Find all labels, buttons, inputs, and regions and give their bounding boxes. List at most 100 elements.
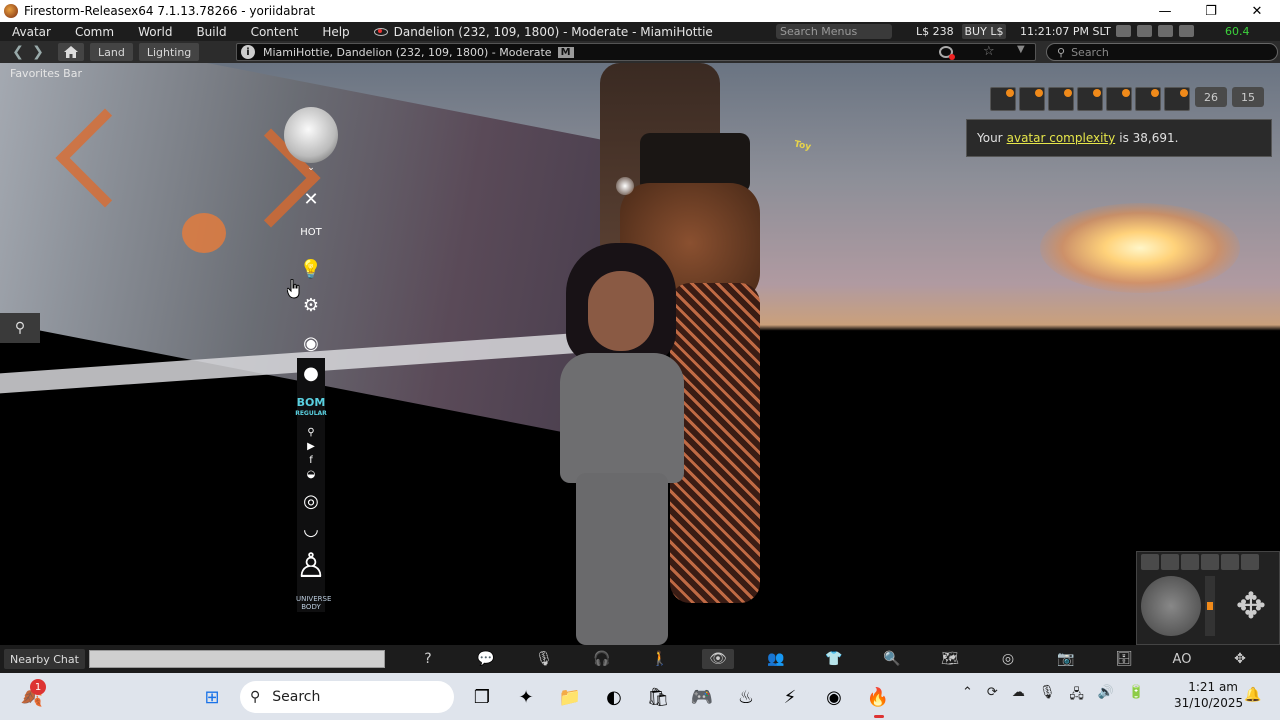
microphone-icon[interactable]: 🎙 xyxy=(528,649,560,669)
menu-build[interactable]: Build xyxy=(184,25,238,39)
avatar-complexity-link[interactable]: avatar complexity xyxy=(1007,131,1116,145)
world-viewport[interactable]: Toy Favorites Bar ⚲ ⌄ ✕ HOT 💡 ⚙ ◉ ● BOM … xyxy=(0,63,1280,645)
search-menus-input[interactable]: Search Menus xyxy=(776,24,892,39)
notif-offer-icon[interactable] xyxy=(1135,87,1161,111)
volume-icon[interactable] xyxy=(1179,25,1194,37)
favorites-bar: Favorites Bar xyxy=(10,67,82,80)
camera-reset-tab[interactable] xyxy=(1241,554,1259,570)
walk-icon[interactable]: 🚶 xyxy=(644,649,676,669)
menu-avatar[interactable]: Avatar xyxy=(0,25,63,39)
nearby-chat-button[interactable]: Nearby Chat xyxy=(4,649,85,669)
location-dropdown-icon[interactable]: ▼ xyxy=(1017,44,1025,55)
navbar-search-input[interactable]: ⚲ Search xyxy=(1046,43,1278,61)
land-button[interactable]: Land xyxy=(90,43,133,61)
facebook-icon[interactable]: f xyxy=(296,455,326,466)
camera-mouselook-tab[interactable] xyxy=(1221,554,1239,570)
tray-power-icon[interactable]: 🔋 xyxy=(1128,685,1144,707)
search-toolbar-icon[interactable]: 🔍 xyxy=(876,649,908,669)
media-icon[interactable] xyxy=(1116,25,1131,37)
people-icon[interactable]: 👥 xyxy=(760,649,792,669)
menu-comm[interactable]: Comm xyxy=(63,25,126,39)
stream-icon[interactable] xyxy=(1158,25,1173,37)
camera-orbit-control[interactable] xyxy=(1141,576,1201,636)
head-hud-icon[interactable] xyxy=(284,107,338,163)
map-icon[interactable]: 🗺 xyxy=(934,649,966,669)
notif-message-icon[interactable] xyxy=(1164,87,1190,111)
discord-taskbar-icon[interactable]: 🎮 xyxy=(688,683,716,711)
child-avatar[interactable] xyxy=(556,243,686,645)
camera-zoom-slider[interactable] xyxy=(1205,576,1215,636)
help-toolbar-icon[interactable]: ? xyxy=(412,649,444,669)
appearance-shirt-icon[interactable]: 👕 xyxy=(818,649,850,669)
tray-network-icon[interactable]: 🖧 xyxy=(1069,685,1084,707)
ao-toggle-button[interactable]: AO xyxy=(1166,649,1198,669)
obs-icon[interactable]: ◉ xyxy=(820,683,848,711)
camera-side-tab[interactable] xyxy=(1161,554,1179,570)
tray-overflow-icon[interactable]: ⌃ xyxy=(962,685,973,707)
dna-icon[interactable]: ✕ xyxy=(296,185,326,213)
taskbar-clock[interactable]: 1:21 am 31/10/2025 xyxy=(1174,679,1243,711)
maximize-button[interactable]: ❐ xyxy=(1188,0,1234,22)
hud-pin-icon[interactable]: ⚲ xyxy=(296,427,326,438)
minimap-icon[interactable]: ◎ xyxy=(992,649,1024,669)
store-icon[interactable]: 🛍 xyxy=(644,683,672,711)
tray-sync-icon[interactable]: ⟳ xyxy=(987,685,998,707)
body-figure-icon[interactable]: ♙ xyxy=(296,539,326,593)
notif-count-a[interactable]: 26 xyxy=(1195,87,1227,107)
buy-currency-button[interactable]: BUY L$ xyxy=(962,24,1006,39)
target-icon[interactable]: ◉ xyxy=(296,329,326,357)
lighting-button[interactable]: Lighting xyxy=(138,43,200,61)
tray-volume-icon[interactable]: 🔊 xyxy=(1098,685,1114,707)
menu-content[interactable]: Content xyxy=(239,25,311,39)
copilot-icon[interactable]: ✦ xyxy=(512,683,540,711)
home-button[interactable] xyxy=(58,43,84,61)
hud-dropdown-icon[interactable]: ⌄ xyxy=(296,163,326,173)
monitor-icon[interactable] xyxy=(1137,25,1152,37)
hair-hud-icon[interactable]: ● xyxy=(296,359,326,387)
snapshot-camera-icon[interactable]: 📷 xyxy=(1050,649,1082,669)
back-button[interactable]: ❮ xyxy=(8,43,28,61)
forward-button[interactable]: ❯ xyxy=(28,43,48,61)
discord-icon[interactable]: ◒ xyxy=(296,469,326,480)
bom-hud[interactable]: BOM REGULAR xyxy=(295,397,327,419)
menu-world[interactable]: World xyxy=(126,25,184,39)
youtube-icon[interactable]: ▶ xyxy=(296,441,326,452)
inventory-icon[interactable]: 🗄 xyxy=(1108,649,1140,669)
windows-start-icon[interactable]: ⊞ xyxy=(198,683,226,711)
camera-rear-tab[interactable] xyxy=(1181,554,1199,570)
notif-avatar-icon[interactable] xyxy=(990,87,1016,111)
eye-hud-icon[interactable]: ◎ xyxy=(296,487,326,515)
steam-icon[interactable]: ♨ xyxy=(732,683,760,711)
camera-front-tab[interactable] xyxy=(1141,554,1159,570)
edge-browser-icon[interactable]: ◐ xyxy=(600,683,628,711)
location-input[interactable]: i MiamiHottie, Dandelion (232, 109, 1800… xyxy=(236,43,1036,61)
headphones-icon[interactable]: 🎧 xyxy=(586,649,618,669)
movement-controls-icon[interactable]: ✥ xyxy=(1224,649,1256,669)
app-generic-icon[interactable]: ⚡ xyxy=(776,683,804,711)
notif-count-b[interactable]: 15 xyxy=(1232,87,1264,107)
tray-mic-icon[interactable]: 🎙 xyxy=(1039,685,1056,707)
firestorm-taskbar-icon[interactable]: 🔥 xyxy=(864,683,892,711)
camera-object-tab[interactable] xyxy=(1201,554,1219,570)
minimize-button[interactable]: — xyxy=(1142,0,1188,22)
info-icon[interactable]: i xyxy=(241,45,255,59)
task-view-icon[interactable]: ❐ xyxy=(468,683,496,711)
file-explorer-icon[interactable]: 📁 xyxy=(556,683,584,711)
view-eye-icon[interactable]: 👁 xyxy=(702,649,734,669)
notif-inventory-icon[interactable] xyxy=(1048,87,1074,111)
notification-center-icon[interactable]: 🔔 xyxy=(1244,687,1261,703)
notif-group-icon[interactable] xyxy=(1019,87,1045,111)
close-button[interactable]: ✕ xyxy=(1234,0,1280,22)
taskbar-search-input[interactable]: ⚲ Search xyxy=(240,681,454,713)
camera-pan-control[interactable]: ✥ xyxy=(1221,576,1280,636)
menu-help[interactable]: Help xyxy=(310,25,361,39)
region-info[interactable]: Dandelion (232, 109, 1800) - Moderate - … xyxy=(373,25,713,39)
favorite-star-icon[interactable]: ☆ xyxy=(983,44,995,59)
speech-bubble-icon[interactable]: 💬 xyxy=(470,649,502,669)
child-face xyxy=(588,271,654,351)
chat-input[interactable] xyxy=(88,650,385,668)
location-pin-button[interactable]: ⚲ xyxy=(0,313,40,343)
notif-chat-icon[interactable] xyxy=(1077,87,1103,111)
notif-event-icon[interactable] xyxy=(1106,87,1132,111)
tray-cloud-icon[interactable]: ☁ xyxy=(1012,685,1025,707)
